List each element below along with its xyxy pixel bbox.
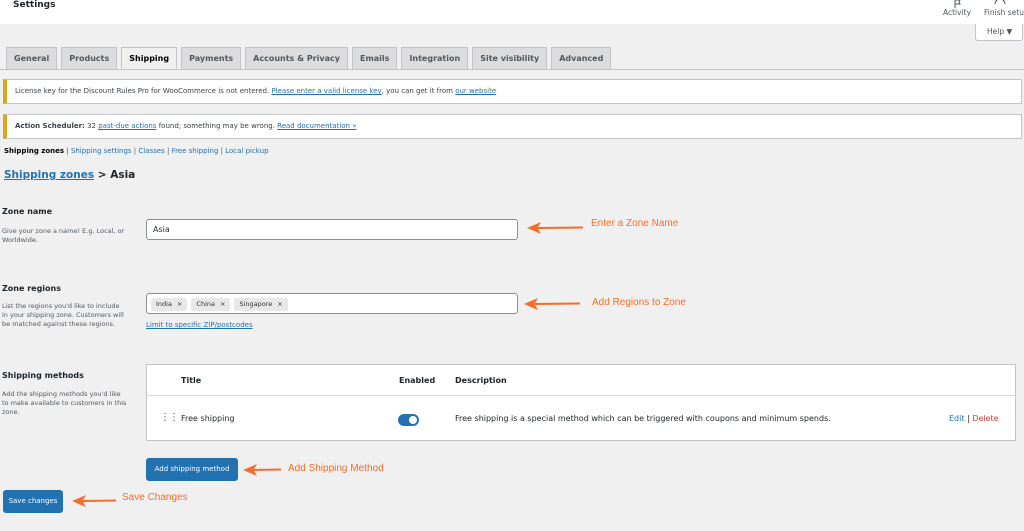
flag-icon	[954, 0, 961, 8]
shipping-subnav: Shipping zones | Shipping settings | Cla…	[4, 147, 269, 155]
tab-site-visibility[interactable]: Site visibility	[472, 47, 548, 69]
settings-tabs: General Products Shipping Payments Accou…	[6, 47, 612, 69]
add-shipping-method-button[interactable]: Add shipping method	[146, 458, 238, 481]
shipping-methods-description: Add the shipping methods you'd like to m…	[2, 390, 127, 416]
column-title: Title	[181, 376, 202, 385]
annotation-save: Save Changes	[122, 492, 188, 503]
page-title: Settings	[13, 0, 56, 10]
zone-regions-select[interactable]: India × China × Singapore ×	[146, 293, 518, 314]
region-chip-label: Singapore	[239, 300, 273, 308]
annotation-arrow-save	[72, 495, 116, 507]
top-bar: Settings Activity Finish setu	[0, 0, 1024, 24]
annotation-arrow-regions	[524, 298, 580, 310]
edit-method-link[interactable]: Edit	[949, 414, 965, 423]
remove-region-icon[interactable]: ×	[177, 298, 182, 311]
subnav-classes[interactable]: Classes	[138, 147, 164, 155]
finish-setup-label: Finish setu	[984, 8, 1024, 17]
tab-products[interactable]: Products	[61, 47, 118, 69]
subnav-sep: |	[164, 147, 172, 155]
finish-setup-button[interactable]: Finish setu	[984, 0, 1024, 17]
license-notice: License key for the Discount Rules Pro f…	[3, 79, 1022, 104]
subnav-local-pickup[interactable]: Local pickup	[225, 147, 268, 155]
zone-name-label: Zone name	[2, 207, 53, 216]
progress-circle-icon	[994, 0, 1006, 5]
annotation-arrow-zone-name	[527, 222, 583, 234]
region-chip: India ×	[151, 298, 188, 311]
method-actions: Edit | Delete	[949, 414, 999, 423]
license-key-link[interactable]: Please enter a valid license key	[271, 87, 381, 95]
annotation-add-method: Add Shipping Method	[288, 463, 384, 474]
subnav-shipping-settings[interactable]: Shipping settings	[71, 147, 132, 155]
zone-name-description: Give your zone a name! E.g. Local, or Wo…	[2, 227, 125, 244]
delete-method-link[interactable]: Delete	[972, 414, 998, 423]
limit-postcodes-link[interactable]: Limit to specific ZIP/postcodes	[146, 321, 253, 329]
tab-advanced[interactable]: Advanced	[551, 47, 612, 69]
scheduler-notice-middle: found; something may be wrong.	[156, 122, 278, 130]
activity-button[interactable]: Activity	[941, 0, 973, 17]
tab-general[interactable]: General	[6, 47, 58, 69]
zone-regions-label: Zone regions	[2, 284, 61, 293]
region-chip: China ×	[191, 298, 231, 311]
past-due-actions-link[interactable]: past-due actions	[98, 122, 156, 130]
column-description: Description	[455, 376, 507, 385]
zone-name-input[interactable]: Asia	[146, 219, 518, 240]
our-website-link[interactable]: our website	[455, 87, 496, 95]
save-changes-button[interactable]: Save changes	[3, 490, 63, 513]
annotation-regions: Add Regions to Zone	[592, 297, 686, 308]
shipping-methods-label: Shipping methods	[2, 371, 84, 380]
method-title: Free shipping	[181, 414, 235, 423]
region-chip: Singapore ×	[234, 298, 288, 311]
annotation-arrow-add-method	[243, 464, 281, 476]
region-chip-label: India	[156, 300, 172, 308]
method-description: Free shipping is a special method which …	[455, 414, 831, 423]
breadcrumb-shipping-zones-link[interactable]: Shipping zones	[4, 169, 94, 181]
region-chip-label: China	[196, 300, 215, 308]
shipping-methods-table: Title Enabled Description ⋮⋮ Free shippi…	[146, 364, 1016, 441]
subnav-sep: |	[64, 147, 71, 155]
activity-label: Activity	[942, 8, 972, 17]
drag-handle-icon[interactable]: ⋮⋮	[160, 412, 179, 423]
breadcrumb-current: > Asia	[94, 169, 136, 181]
license-notice-middle: , you can get it from	[381, 87, 456, 95]
column-enabled: Enabled	[399, 376, 436, 385]
zone-regions-description: List the regions you'd like to include i…	[2, 302, 124, 328]
tab-emails[interactable]: Emails	[351, 47, 398, 69]
table-header: Title Enabled Description	[147, 365, 1015, 396]
license-notice-text: License key for the Discount Rules Pro f…	[15, 87, 272, 95]
remove-region-icon[interactable]: ×	[277, 298, 282, 311]
tab-accounts-privacy[interactable]: Accounts & Privacy	[245, 47, 348, 69]
scheduler-notice-title: Action Scheduler:	[15, 122, 85, 130]
read-documentation-link[interactable]: Read documentation »	[277, 122, 356, 130]
breadcrumb: Shipping zones > Asia	[4, 169, 135, 181]
method-enabled-toggle[interactable]	[398, 414, 419, 426]
tab-shipping[interactable]: Shipping	[121, 47, 178, 69]
scheduler-count-text: 32	[84, 122, 99, 130]
tab-integration[interactable]: Integration	[401, 47, 469, 69]
help-button[interactable]: Help ▼	[975, 24, 1023, 41]
tabs-divider	[0, 69, 1024, 70]
subnav-shipping-zones[interactable]: Shipping zones	[4, 147, 64, 155]
tab-payments[interactable]: Payments	[181, 47, 242, 69]
scheduler-notice: Action Scheduler: 32 past-due actions fo…	[3, 114, 1022, 139]
subnav-free-shipping[interactable]: Free shipping	[172, 147, 219, 155]
annotation-zone-name: Enter a Zone Name	[591, 218, 679, 229]
remove-region-icon[interactable]: ×	[220, 298, 225, 311]
